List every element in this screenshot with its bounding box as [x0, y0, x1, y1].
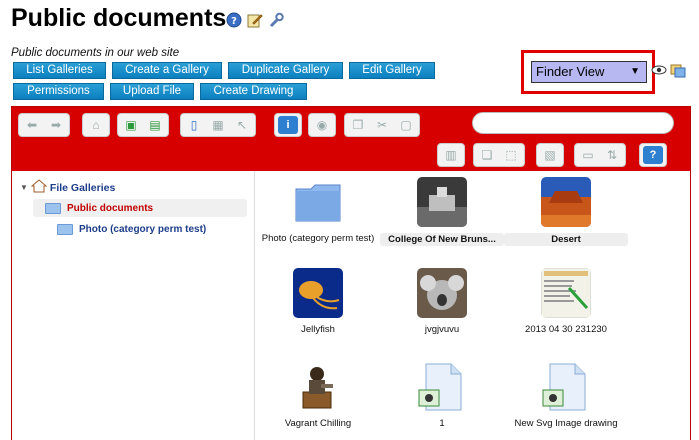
- misc-group: ▥: [437, 143, 465, 167]
- folder-icon: [45, 202, 61, 214]
- file-label: Desert: [504, 233, 628, 246]
- nav-group: ⬅ ➡: [18, 113, 70, 137]
- preview-eye-icon[interactable]: ◉: [312, 116, 332, 134]
- home-folder-icon: [30, 179, 48, 196]
- duplicate-gallery-button[interactable]: Duplicate Gallery: [228, 62, 343, 79]
- create-group: ▣ ▤: [117, 113, 169, 137]
- list-galleries-button[interactable]: List Galleries: [13, 62, 106, 79]
- copy-icon[interactable]: ❐: [348, 116, 368, 134]
- photo-thumbnail: [417, 268, 467, 318]
- open-icon[interactable]: ▯: [184, 116, 204, 134]
- photo-thumbnail: [541, 177, 591, 227]
- paste-icon[interactable]: ▢: [396, 116, 416, 134]
- title-icons: ?: [226, 12, 284, 28]
- icons-view-icon[interactable]: ▭: [578, 146, 598, 164]
- preview-group: ◉: [308, 113, 336, 137]
- info-icon[interactable]: i: [278, 116, 298, 134]
- finder-help-icon[interactable]: ?: [643, 146, 663, 164]
- extract-icon[interactable]: ▥: [441, 146, 461, 164]
- new-folder-icon[interactable]: ▣: [121, 116, 141, 134]
- file-label: Jellyfish: [301, 324, 335, 335]
- wrench-icon[interactable]: [268, 12, 284, 28]
- file-label: jvgjvuvu: [424, 324, 460, 335]
- help-group: ?: [639, 143, 667, 167]
- cut-icon[interactable]: ✂: [372, 116, 392, 134]
- svg-text:?: ?: [231, 16, 237, 27]
- view-selector-highlight: Finder View ▼: [521, 50, 655, 94]
- file-item[interactable]: Jellyfish: [256, 264, 380, 350]
- file-label: 1: [439, 418, 445, 429]
- folder-icon: [293, 177, 343, 227]
- edit-icon[interactable]: [247, 12, 263, 28]
- home-icon[interactable]: ⌂: [86, 116, 106, 134]
- svg-file-icon: [417, 362, 467, 412]
- edit-group: ▯ ▦ ↖: [180, 113, 256, 137]
- collapse-triangle-icon[interactable]: ▼: [20, 183, 28, 192]
- archive-group: ❏ ⬚: [473, 143, 525, 167]
- file-finder: ⬅ ➡ ⌂ ▣ ▤ ▯ ▦ ↖ i ◉ ❐ ✂ ▢ ▥ ❏ ⬚ ▧ ▭ ⇅ ? …: [11, 106, 691, 440]
- sort-icon[interactable]: ⇅: [602, 146, 622, 164]
- info-group: i: [274, 113, 302, 137]
- create-drawing-button[interactable]: Create Drawing: [200, 83, 307, 100]
- file-item[interactable]: 1: [380, 358, 504, 440]
- resize-icon[interactable]: ⬚: [501, 146, 521, 164]
- file-label: New Svg Image drawing: [514, 418, 618, 429]
- dropdown-arrow-icon: ▼: [630, 66, 640, 77]
- gallery-icon[interactable]: [670, 62, 686, 78]
- file-label: College Of New Bruns...: [380, 233, 504, 246]
- clipboard-group: ❐ ✂ ▢: [344, 113, 420, 137]
- finder-search-input[interactable]: [472, 112, 674, 134]
- file-label: 2013 04 30 231230: [525, 324, 607, 335]
- svg-file-icon: [541, 362, 591, 412]
- edit-gallery-button[interactable]: Edit Gallery: [349, 62, 435, 79]
- finder-toolbar: ⬅ ➡ ⌂ ▣ ▤ ▯ ▦ ↖ i ◉ ❐ ✂ ▢ ▥ ❏ ⬚ ▧ ▭ ⇅ ?: [12, 107, 690, 171]
- folder-icon: [57, 223, 73, 235]
- select-cursor-icon[interactable]: ↖: [232, 116, 252, 134]
- view-select-value: Finder View: [536, 64, 605, 79]
- file-label: Vagrant Chilling: [284, 418, 352, 429]
- create-gallery-button[interactable]: Create a Gallery: [112, 62, 222, 79]
- file-item[interactable]: 2013 04 30 231230: [504, 264, 628, 350]
- gallery-description: Public documents in our web site: [11, 47, 180, 59]
- edit-image-icon[interactable]: ▧: [540, 146, 560, 164]
- file-grid: Photo (category perm test) College Of Ne…: [256, 171, 690, 440]
- eye-icon[interactable]: [651, 62, 667, 78]
- help-icon[interactable]: ?: [226, 12, 242, 28]
- duplicate-icon[interactable]: ❏: [477, 146, 497, 164]
- file-item[interactable]: College Of New Bruns...: [380, 173, 504, 259]
- image-group: ▧: [536, 143, 564, 167]
- permissions-button[interactable]: Permissions: [13, 83, 104, 100]
- screenshot-thumbnail: [541, 268, 591, 318]
- photo-thumbnail: [293, 362, 343, 412]
- file-label: Photo (category perm test): [261, 233, 375, 244]
- tree-root-label: File Galleries: [49, 181, 116, 194]
- folder-tree: ▼ File Galleries Public documents Photo …: [12, 171, 255, 440]
- page-title: Public documents: [11, 4, 227, 32]
- forward-arrow-icon[interactable]: ➡: [46, 116, 66, 134]
- photo-thumbnail: [417, 177, 467, 227]
- tree-item-label: Photo (category perm test): [79, 223, 207, 235]
- file-item[interactable]: Photo (category perm test): [256, 173, 380, 259]
- view-select[interactable]: Finder View ▼: [531, 61, 647, 83]
- view-mode-group: ▭ ⇅: [574, 143, 626, 167]
- back-arrow-icon[interactable]: ⬅: [22, 116, 42, 134]
- upload-icon[interactable]: ▤: [145, 116, 165, 134]
- file-item[interactable]: Desert: [504, 173, 628, 259]
- home-group: ⌂: [82, 113, 110, 137]
- file-item[interactable]: New Svg Image drawing: [504, 358, 628, 440]
- tree-item-label: Public documents: [67, 202, 154, 214]
- tree-item-photo[interactable]: Photo (category perm test): [57, 220, 247, 238]
- tree-root[interactable]: ▼ File Galleries: [20, 179, 115, 196]
- save-icon[interactable]: ▦: [208, 116, 228, 134]
- file-item[interactable]: Vagrant Chilling: [256, 358, 380, 440]
- tree-item-public-documents[interactable]: Public documents: [33, 199, 247, 217]
- view-side-icons: [651, 62, 686, 78]
- upload-file-button[interactable]: Upload File: [110, 83, 194, 100]
- photo-thumbnail: [293, 268, 343, 318]
- file-item[interactable]: jvgjvuvu: [380, 264, 504, 350]
